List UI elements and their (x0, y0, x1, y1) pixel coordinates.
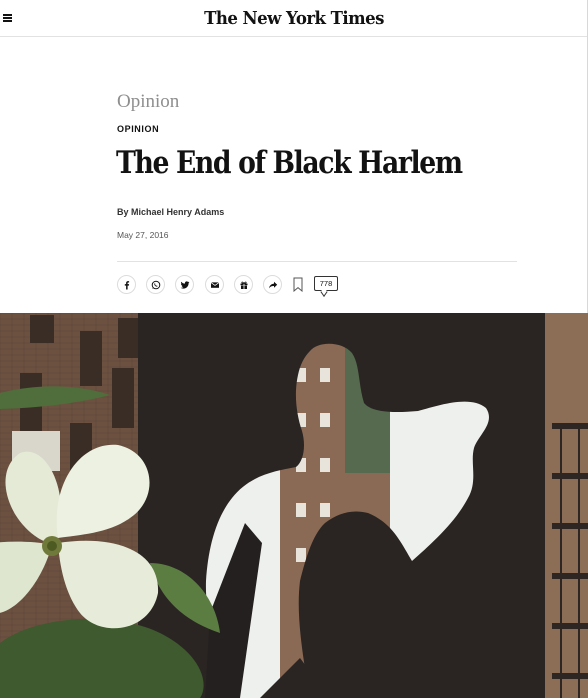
section-kicker[interactable]: OPINION (117, 124, 159, 134)
facebook-share-button[interactable] (117, 275, 136, 294)
email-icon (210, 281, 219, 288)
whatsapp-icon (151, 280, 160, 289)
twitter-share-button[interactable] (175, 275, 194, 294)
top-bar: The New York Times (0, 0, 588, 37)
article-headline: The End of Black Harlem (116, 145, 463, 181)
hamburger-menu-icon[interactable] (3, 14, 12, 22)
masthead-logo[interactable]: The New York Times (24, 8, 565, 29)
article-date: May 27, 2016 (117, 230, 169, 240)
article-byline: By Michael Henry Adams (117, 207, 225, 217)
gift-icon (240, 281, 247, 289)
twitter-icon (180, 280, 189, 289)
hero-image (0, 313, 588, 698)
divider (117, 261, 517, 262)
bookmark-icon[interactable] (293, 277, 303, 292)
facebook-icon (124, 280, 129, 289)
share-arrow-icon (268, 281, 277, 288)
comments-button[interactable]: 778 (314, 276, 338, 291)
gift-article-button[interactable] (234, 275, 253, 294)
email-share-button[interactable] (205, 275, 224, 294)
whatsapp-share-button[interactable] (146, 275, 165, 294)
section-title[interactable]: Opinion (117, 91, 179, 113)
harlem-sculpture-photo (0, 313, 588, 698)
more-share-button[interactable] (263, 275, 282, 294)
